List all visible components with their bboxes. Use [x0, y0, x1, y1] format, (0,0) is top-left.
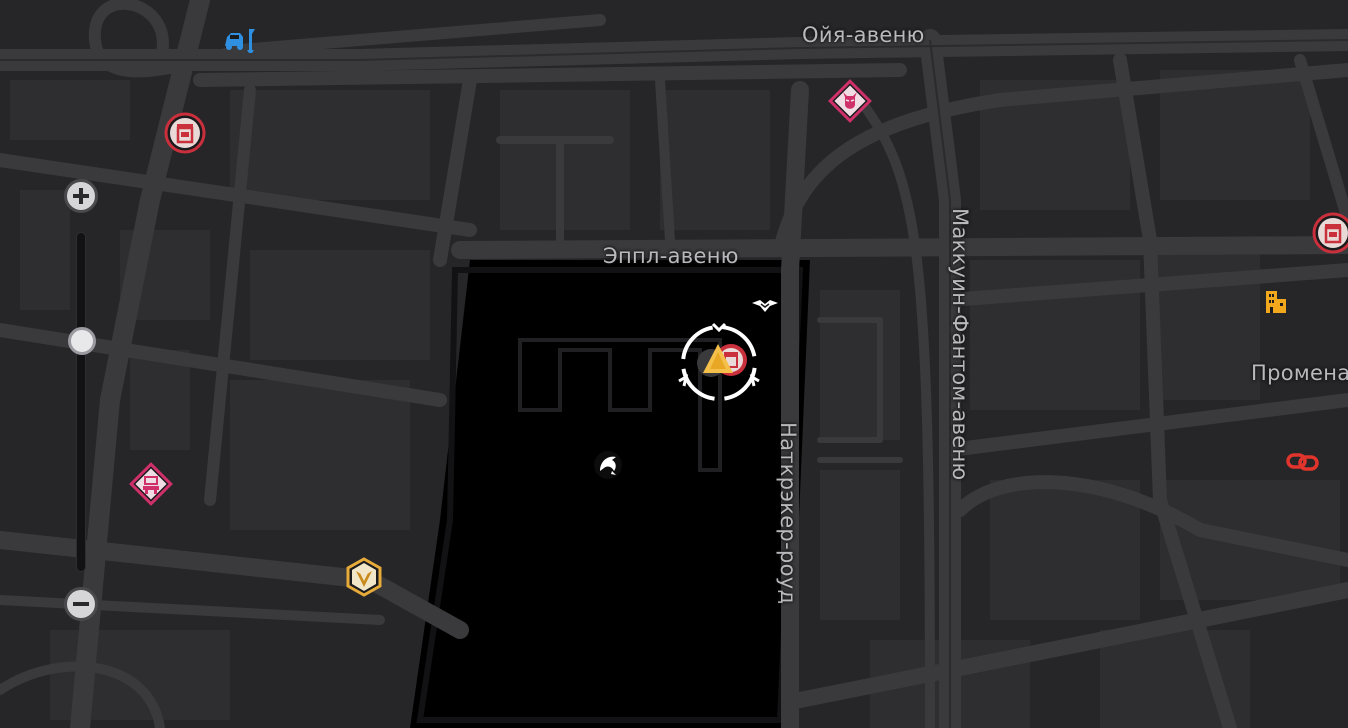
street-label-natkreker: Наткрэкер-роуд — [776, 422, 800, 605]
dolphin-icon[interactable] — [592, 449, 624, 485]
street-label-oyya: Ойя-авеню — [802, 23, 925, 47]
trash-can-icon[interactable] — [164, 112, 206, 158]
plus-icon — [73, 188, 89, 204]
street-label-promena: Промена — [1251, 361, 1348, 385]
map-canvas[interactable]: Ойя-авеню Эппл-авеню Маккуин-Фантом-авен… — [0, 0, 1348, 728]
minus-icon — [73, 602, 89, 606]
trash-can-icon[interactable] — [1312, 212, 1348, 258]
zoom-out-button[interactable] — [64, 587, 98, 621]
chain-link-icon[interactable] — [1285, 449, 1321, 479]
car-wrench-icon[interactable] — [222, 26, 258, 58]
zoom-slider-handle[interactable] — [68, 327, 96, 355]
player-location-icon[interactable] — [674, 318, 764, 412]
zoom-in-button[interactable] — [64, 179, 98, 213]
mask-icon[interactable] — [828, 79, 872, 127]
zoom-slider-track[interactable] — [76, 232, 86, 572]
building-icon[interactable] — [1263, 289, 1289, 319]
street-label-eppl: Эппл-авеню — [603, 244, 739, 268]
hexagon-badge-icon[interactable] — [345, 557, 383, 601]
street-label-makkuin: Маккуин-Фантом-авеню — [948, 208, 972, 481]
arcade-machine-icon[interactable] — [129, 462, 173, 510]
